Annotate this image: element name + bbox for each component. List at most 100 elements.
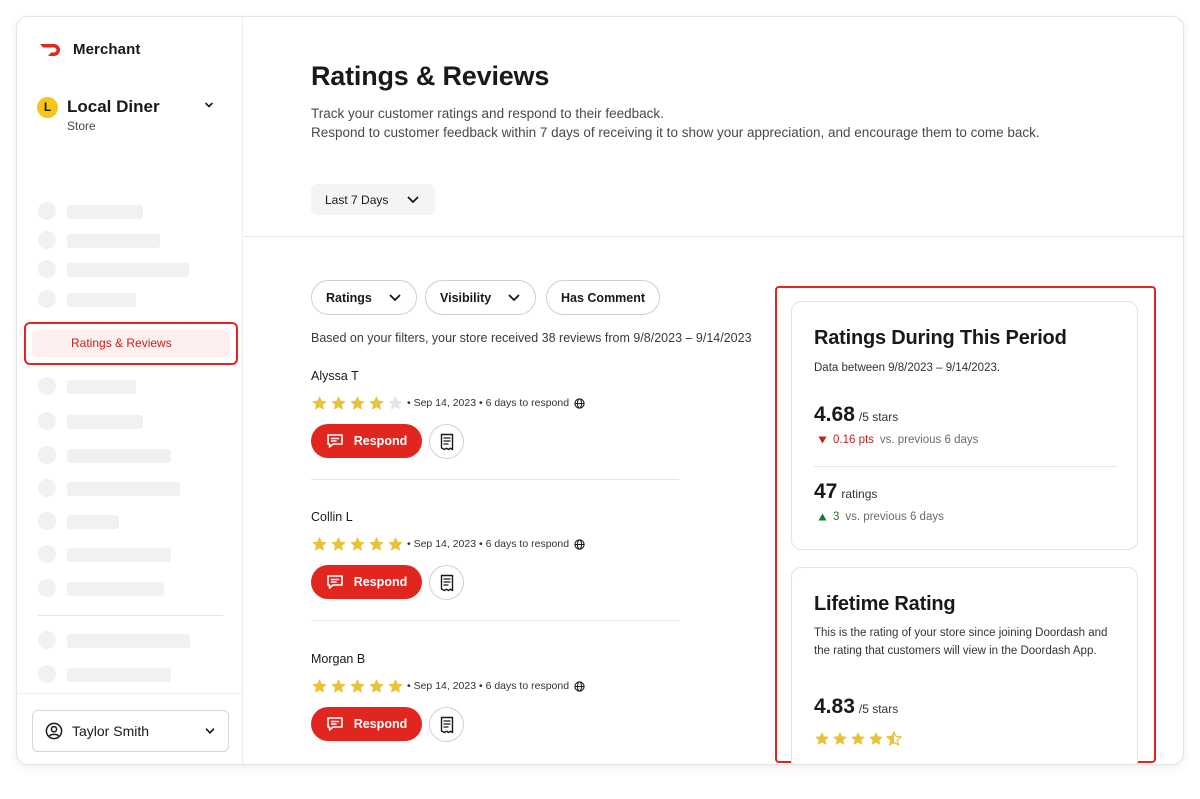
user-name: Taylor Smith [72, 723, 150, 739]
doordash-logo-icon [40, 43, 60, 56]
ratings-filter[interactable]: Ratings [311, 280, 417, 315]
star-filled-icon [388, 679, 403, 693]
receipt-icon [440, 716, 453, 733]
chevron-down-icon [407, 196, 419, 203]
sidebar: Merchant L Local Diner Store Ratings & R… [17, 17, 243, 764]
review-meta-text: • Sep 14, 2023 • 6 days to respond [407, 397, 570, 409]
period-rating-count: 47 ratings [814, 480, 877, 504]
chat-bubble-icon [326, 434, 343, 448]
period-count-delta: 3 vs. previous 6 days [818, 511, 944, 523]
star-filled-icon [369, 679, 384, 693]
page-title: Ratings & Reviews [311, 61, 550, 91]
chevron-down-icon [508, 294, 520, 301]
date-range-value: Last 7 Days [325, 192, 389, 207]
star-filled-icon [312, 679, 327, 693]
lifetime-rating-value: 4.83 [814, 695, 855, 718]
reviewer-name: Collin L [311, 510, 353, 524]
respond-button[interactable]: Respond [311, 424, 422, 458]
star-filled-icon [369, 396, 384, 410]
store-type: Store [67, 119, 96, 133]
star-filled-icon [312, 537, 327, 551]
period-ratings-card: Ratings During This Period Data between … [791, 301, 1138, 550]
star-filled-icon [331, 537, 346, 551]
review-meta: • Sep 14, 2023 • 6 days to respond [407, 397, 585, 409]
star-filled-icon [369, 537, 384, 551]
star-half-icon [886, 731, 902, 747]
respond-button-label: Respond [353, 575, 408, 589]
main-content: Ratings & Reviews Track your customer ra… [244, 17, 1183, 764]
receipt-icon [440, 433, 453, 450]
lifetime-rating-card: Lifetime Rating This is the rating of yo… [791, 567, 1138, 764]
period-rating-value: 4.68 [814, 403, 855, 426]
lifetime-card-title: Lifetime Rating [814, 593, 956, 615]
review-stars [311, 395, 404, 412]
star-filled-icon [851, 731, 865, 745]
period-rating-delta: 0.16 pts vs. previous 6 days [818, 434, 978, 446]
reviewer-name: Alyssa T [311, 369, 359, 383]
review-stars [311, 678, 404, 695]
chevron-down-icon [389, 294, 401, 301]
nav-divider [38, 615, 223, 616]
star-filled-icon [331, 396, 346, 410]
rating-delta-value: 0.16 pts [833, 434, 874, 446]
star-filled-icon [350, 679, 365, 693]
star-empty-icon [388, 396, 403, 410]
visibility-filter-label: Visibility [440, 290, 492, 305]
respond-button[interactable]: Respond [311, 565, 422, 599]
period-card-subtitle: Data between 9/8/2023 – 9/14/2023. [814, 362, 1001, 374]
section-divider [244, 236, 1183, 237]
user-menu-button[interactable]: Taylor Smith [32, 710, 229, 752]
respond-button-label: Respond [353, 717, 408, 731]
rating-delta-text: vs. previous 6 days [879, 434, 979, 446]
review-meta: • Sep 14, 2023 • 6 days to respond [407, 680, 585, 692]
respond-button-label: Respond [353, 434, 408, 448]
review-meta-text: • Sep 14, 2023 • 6 days to respond [407, 538, 570, 550]
review-meta-text: • Sep 14, 2023 • 6 days to respond [407, 680, 570, 692]
star-filled-icon [350, 537, 365, 551]
order-receipt-button[interactable] [429, 707, 464, 742]
globe-icon [574, 397, 585, 409]
sidebar-footer-divider [17, 693, 243, 694]
review-item: Alyssa T • Sep 14, 2023 • 6 days to respo… [311, 369, 679, 481]
star-filled-icon [312, 396, 327, 410]
star-filled-icon [869, 731, 883, 745]
brand-name: Merchant [73, 41, 141, 58]
app-window: Merchant L Local Diner Store Ratings & R… [16, 16, 1184, 765]
globe-icon [574, 538, 585, 550]
star-filled-icon [815, 731, 829, 745]
user-circle-icon [45, 722, 63, 740]
filter-summary: Based on your filters, your store receiv… [311, 331, 752, 345]
order-receipt-button[interactable] [429, 424, 464, 459]
order-receipt-button[interactable] [429, 565, 464, 600]
ratings-filter-label: Ratings [326, 290, 372, 305]
store-avatar: L [37, 97, 58, 118]
brand[interactable]: Merchant [39, 41, 140, 58]
review-divider [311, 620, 679, 621]
date-range-select[interactable]: Last 7 Days [311, 184, 435, 215]
sidebar-item-ratings-reviews[interactable]: Ratings & Reviews [32, 330, 230, 357]
review-stars [311, 536, 404, 553]
lifetime-rating-unit: /5 stars [858, 702, 899, 716]
chat-bubble-icon [326, 717, 343, 731]
card-divider [814, 466, 1117, 467]
count-delta-value: 3 [833, 511, 840, 523]
chevron-down-icon [205, 728, 215, 735]
store-name: Local Diner [67, 97, 160, 116]
lifetime-stars [814, 731, 902, 747]
lifetime-card-subtitle: This is the rating of your store since j… [814, 627, 1108, 657]
chat-bubble-icon [326, 575, 343, 589]
count-unit: ratings [841, 487, 878, 501]
review-divider [311, 479, 679, 480]
visibility-filter[interactable]: Visibility [425, 280, 537, 315]
count-delta-text: vs. previous 6 days [845, 511, 944, 523]
star-filled-icon [388, 537, 403, 551]
has-comment-filter-label: Has Comment [561, 290, 646, 305]
period-card-title: Ratings During This Period [814, 327, 1067, 349]
page-description: Track your customer ratings and respond … [311, 104, 1040, 142]
has-comment-filter[interactable]: Has Comment [546, 280, 661, 315]
chevron-down-icon [205, 102, 213, 108]
review-item: Morgan B • Sep 14, 2023 • 6 days to respo… [311, 652, 679, 764]
respond-button[interactable]: Respond [311, 707, 422, 741]
review-item: Collin L • Sep 14, 2023 • 6 days to respo… [311, 510, 679, 622]
receipt-icon [440, 574, 453, 591]
